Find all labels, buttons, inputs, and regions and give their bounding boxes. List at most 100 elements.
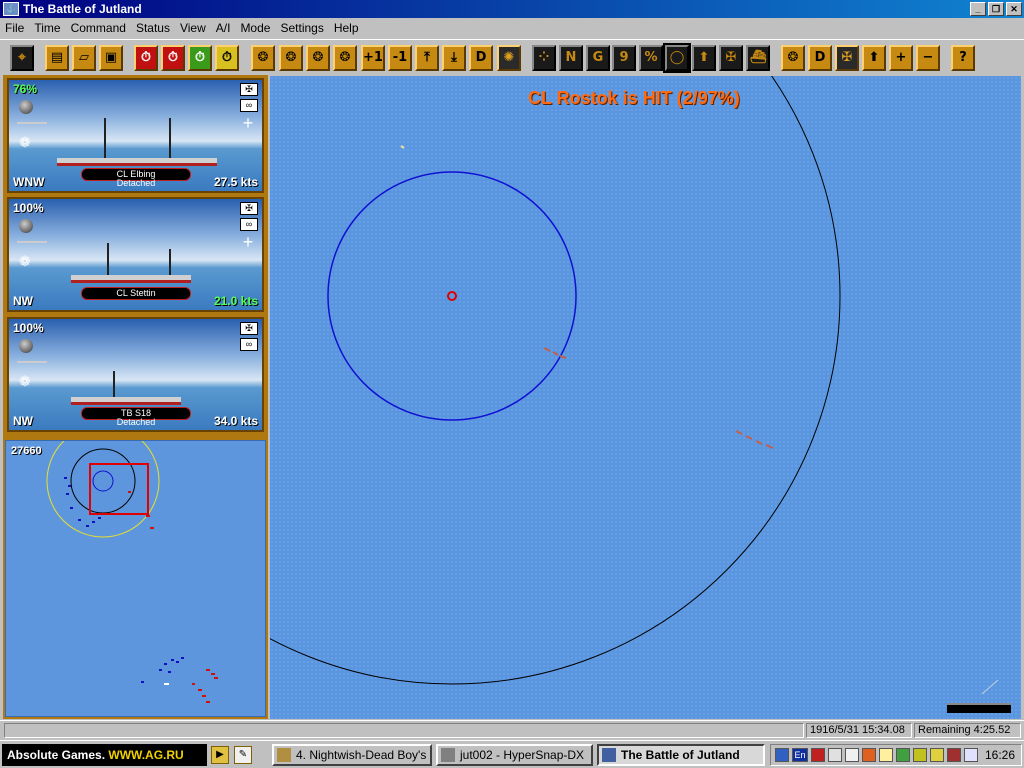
ship-image [71, 397, 181, 405]
arrow-up-2-icon: ⬆ [868, 50, 880, 65]
menu-view[interactable]: View [175, 21, 211, 35]
menu-bar: File Time Command Status View A/I Mode S… [0, 18, 1024, 38]
minimap-german-ships [64, 477, 184, 683]
time-normal-button[interactable]: ⏱ [161, 45, 185, 71]
minimap-gun-range [92, 470, 114, 492]
menu-command[interactable]: Command [66, 21, 131, 35]
monitor-icon[interactable] [896, 748, 910, 762]
crosshair-icon[interactable]: + [240, 233, 256, 251]
open-folder-button[interactable]: ▱ [72, 45, 96, 71]
ship-card-stettin[interactable]: 100% ✠ ∞ + ❁ CL Stettin NW 21.0 kts [7, 197, 264, 312]
menu-time[interactable]: Time [29, 21, 65, 35]
speed-down-button[interactable]: -1 [388, 45, 412, 71]
menu-file[interactable]: File [0, 21, 29, 35]
media-player-icon[interactable]: ▶ [211, 746, 229, 764]
mouse-icon[interactable] [828, 748, 842, 762]
max-speed-button[interactable]: ⤒ [415, 45, 439, 71]
percent-icon: % [644, 50, 658, 65]
ship-torpedo-button[interactable]: ❂ [279, 45, 303, 71]
taskbar: Absolute Games. WWW.AG.RU ▶ ✎ 4. Nightwi… [0, 740, 1024, 768]
volume-icon[interactable] [964, 748, 978, 762]
ship-smoke-button[interactable]: ❂ [306, 45, 330, 71]
task-jutland[interactable]: The Battle of Jutland [597, 744, 765, 766]
shell-splash [400, 145, 405, 149]
ensign-icon[interactable]: ✠ [240, 202, 258, 215]
antivirus-icon[interactable] [811, 748, 825, 762]
range-circle-button[interactable]: ◯ [663, 43, 691, 73]
save-button[interactable]: ▣ [99, 45, 123, 71]
detach-2-button[interactable]: D [808, 45, 832, 71]
ensign-icon[interactable]: ✠ [240, 322, 258, 335]
north-up-button[interactable]: N [559, 45, 583, 71]
formation-button[interactable]: ❂ [781, 45, 805, 71]
start-banner[interactable]: Absolute Games. WWW.AG.RU [2, 744, 207, 766]
crosshair-icon[interactable]: + [240, 114, 256, 132]
speed-up-icon: +1 [363, 50, 383, 65]
minimize-button[interactable]: _ [970, 2, 986, 16]
minimap-range-circle [70, 448, 136, 514]
app-tray-icon[interactable] [862, 748, 876, 762]
smoke-button[interactable]: ✺ [497, 45, 521, 71]
disk-icon[interactable] [845, 748, 859, 762]
crosshair-button[interactable]: ⌖ [10, 45, 34, 71]
chat-icon[interactable] [879, 748, 893, 762]
app-icon[interactable]: ⚓ [3, 2, 19, 16]
flag-button[interactable]: ✠ [835, 45, 859, 71]
ship-button[interactable]: ⛴ [746, 45, 770, 71]
minimap[interactable]: 27660 [5, 440, 266, 717]
help-button[interactable]: ? [951, 45, 975, 71]
network-icon[interactable] [775, 748, 789, 762]
task-winamp[interactable]: 4. Nightwish-Dead Boy's P... [272, 744, 432, 766]
menu-mode[interactable]: Mode [235, 21, 275, 35]
close-button[interactable]: ✕ [1006, 2, 1022, 16]
time-normal-icon: ⏱ [167, 50, 179, 65]
binoculars-icon[interactable]: ∞ [240, 218, 258, 231]
binoculars-icon[interactable]: ∞ [240, 99, 258, 112]
sun-icon[interactable] [930, 748, 944, 762]
speed-up-button[interactable]: +1 [361, 45, 385, 71]
arrow-up-icon: ⬆ [698, 50, 710, 65]
update-icon[interactable] [913, 748, 927, 762]
menu-help[interactable]: Help [329, 21, 364, 35]
ship-evade-button[interactable]: ❂ [333, 45, 357, 71]
ensign-icon[interactable]: ✠ [240, 83, 258, 96]
time-fast-icon: ⏱ [194, 50, 206, 65]
ship-speed: 27.5 kts [213, 175, 258, 189]
ship-card-s18[interactable]: 100% ✠ ∞ ❁ TB S18 Detached NW 34.0 kts [7, 317, 264, 432]
zoom-in-button[interactable]: + [889, 45, 913, 71]
notepad-icon[interactable]: ✎ [234, 746, 252, 764]
winamp-icon [277, 748, 291, 762]
document-button[interactable]: ▤ [45, 45, 69, 71]
enemy-ships[interactable] [543, 347, 774, 449]
range-circle-icon: ◯ [669, 50, 685, 65]
ship-wake [981, 679, 999, 695]
selected-ship-marker[interactable] [447, 291, 457, 301]
time-slow-button[interactable]: ⏱ [134, 45, 158, 71]
detach-icon: D [475, 50, 487, 65]
numbers-button[interactable]: 9 [612, 45, 636, 71]
percent-button[interactable]: % [639, 45, 663, 71]
detach-button[interactable]: D [469, 45, 493, 71]
grid-button[interactable]: G [586, 45, 610, 71]
union-jack-button[interactable]: ✠ [719, 45, 743, 71]
ship-condition: 100% [13, 201, 44, 215]
language-icon[interactable]: En [792, 748, 808, 762]
menu-ai[interactable]: A/I [211, 21, 236, 35]
arrow-up-2-button[interactable]: ⬆ [862, 45, 886, 71]
time-fastest-button[interactable]: ⏱ [215, 45, 239, 71]
flag-icon: ✠ [841, 50, 853, 65]
restore-button[interactable]: ❐ [988, 2, 1004, 16]
menu-settings[interactable]: Settings [275, 21, 328, 35]
ship-gunnery-button[interactable]: ❂ [251, 45, 275, 71]
stop-button[interactable]: ⤓ [442, 45, 466, 71]
arrow-up-button[interactable]: ⬆ [692, 45, 716, 71]
ship-card-elbing[interactable]: 76% ✠ ∞ + ❁ CL Elbing Detached WNW 27.5 … [7, 78, 264, 193]
tactical-map[interactable]: CL Rostok is HIT (2/97%) [270, 76, 1021, 719]
task-hypersnap[interactable]: jut002 - HyperSnap-DX [436, 744, 593, 766]
zoom-out-button[interactable]: − [916, 45, 940, 71]
game-tray-icon[interactable] [947, 748, 961, 762]
grid-dots-button[interactable]: ⁘ [532, 45, 556, 71]
time-fast-button[interactable]: ⏱ [188, 45, 212, 71]
binoculars-icon[interactable]: ∞ [240, 338, 258, 351]
menu-status[interactable]: Status [131, 21, 175, 35]
